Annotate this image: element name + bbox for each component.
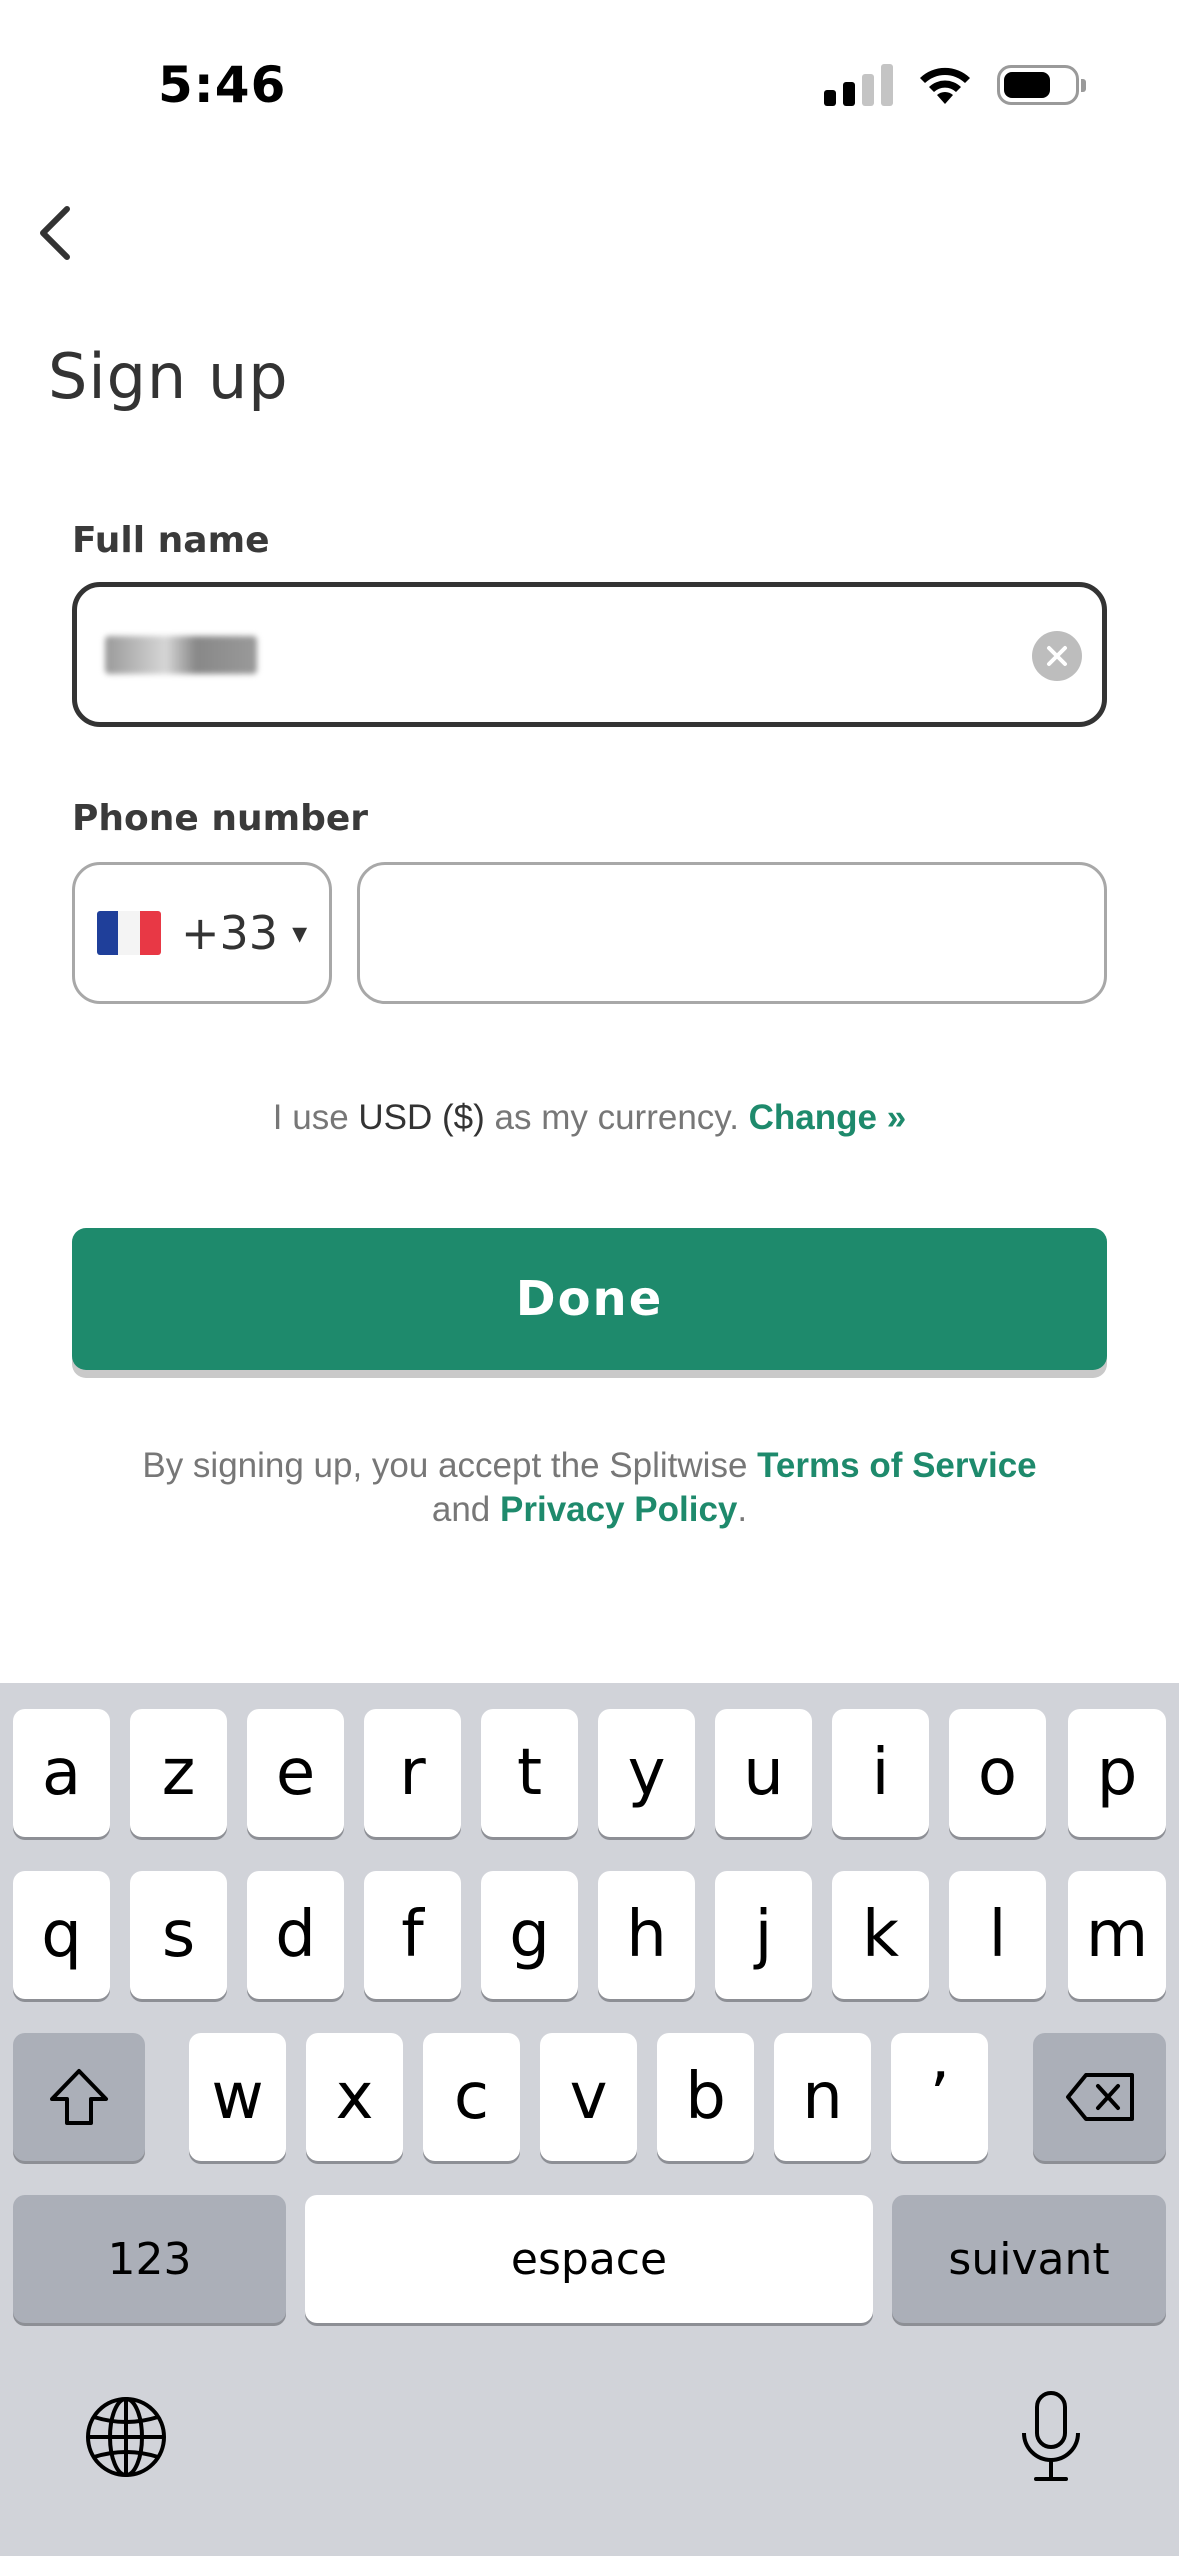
page-title: Sign up [48, 340, 289, 413]
france-flag-icon [97, 911, 161, 955]
key-y[interactable]: y [598, 1709, 695, 1837]
key-g[interactable]: g [481, 1871, 578, 1999]
keyboard: a z e r t y u i o p q s d f g h j k l m … [0, 1683, 1179, 2556]
terms-of-service-link[interactable]: Terms of Service [757, 1446, 1037, 1485]
shift-arrow-icon [50, 2069, 108, 2125]
key-b[interactable]: b [657, 2033, 754, 2161]
change-currency-link[interactable]: Change » [749, 1098, 907, 1137]
next-key[interactable]: suivant [892, 2195, 1166, 2323]
key-c[interactable]: c [423, 2033, 520, 2161]
key-p[interactable]: p [1068, 1709, 1166, 1837]
space-key[interactable]: espace [305, 2195, 873, 2323]
key-r[interactable]: r [364, 1709, 461, 1837]
key-i[interactable]: i [832, 1709, 929, 1837]
back-button[interactable] [20, 198, 90, 268]
country-code-selector[interactable]: +33 ▾ [72, 862, 332, 1004]
currency-note: I use USD ($) as my currency. Change » [272, 1098, 907, 1137]
full-name-label: Full name [72, 520, 270, 561]
key-h[interactable]: h [598, 1871, 695, 1999]
wifi-icon [920, 67, 970, 104]
key-e[interactable]: e [247, 1709, 344, 1837]
chevron-left-icon [40, 206, 70, 260]
key-j[interactable]: j [715, 1871, 812, 1999]
battery-icon [997, 65, 1086, 105]
key-f[interactable]: f [364, 1871, 461, 1999]
full-name-field[interactable] [72, 582, 1107, 727]
key-z[interactable]: z [130, 1709, 227, 1837]
privacy-policy-link[interactable]: Privacy Policy [500, 1490, 737, 1529]
key-apostrophe[interactable]: ’ [891, 2033, 988, 2161]
done-button[interactable]: Done [72, 1228, 1107, 1370]
clear-text-button[interactable] [1032, 631, 1082, 681]
globe-icon[interactable] [84, 2395, 168, 2479]
country-code: +33 [181, 906, 279, 960]
key-a[interactable]: a [13, 1709, 110, 1837]
shift-key[interactable] [13, 2033, 145, 2161]
key-w[interactable]: w [189, 2033, 286, 2161]
key-s[interactable]: s [130, 1871, 227, 1999]
backspace-icon [1065, 2073, 1134, 2121]
numbers-key[interactable]: 123 [13, 2195, 286, 2323]
key-u[interactable]: u [715, 1709, 812, 1837]
key-d[interactable]: d [247, 1871, 344, 1999]
backspace-key[interactable] [1033, 2033, 1166, 2161]
status-time: 5:46 [158, 56, 287, 114]
key-n[interactable]: n [774, 2033, 871, 2161]
key-x[interactable]: x [306, 2033, 403, 2161]
key-q[interactable]: q [13, 1871, 110, 1999]
key-l[interactable]: l [949, 1871, 1046, 1999]
close-icon [1047, 646, 1067, 666]
key-m[interactable]: m [1068, 1871, 1166, 1999]
phone-number-label: Phone number [72, 798, 369, 839]
key-t[interactable]: t [481, 1709, 578, 1837]
caret-down-icon: ▾ [292, 916, 308, 950]
redacted-name-text [105, 635, 257, 674]
microphone-icon[interactable] [1018, 2389, 1084, 2485]
phone-number-input[interactable] [357, 862, 1107, 1004]
key-o[interactable]: o [949, 1709, 1046, 1837]
key-k[interactable]: k [832, 1871, 929, 1999]
currency-value: USD ($) [358, 1098, 485, 1137]
cellular-signal-icon [824, 64, 893, 106]
terms-note: By signing up, you accept the Splitwise … [142, 1446, 1037, 1529]
status-icons [824, 64, 1086, 106]
key-v[interactable]: v [540, 2033, 637, 2161]
